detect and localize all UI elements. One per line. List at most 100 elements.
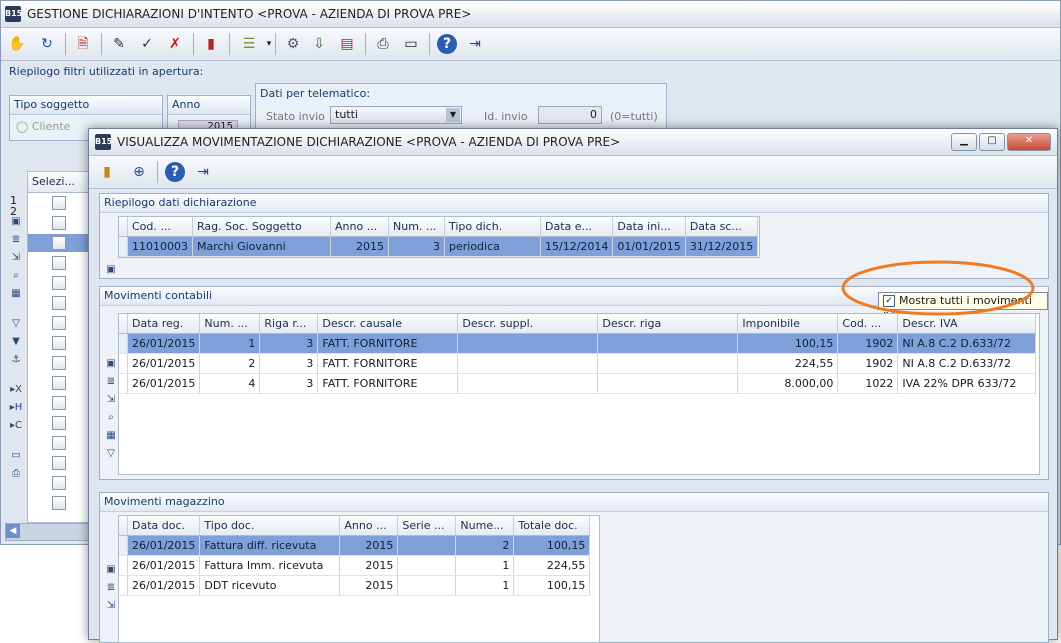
- table-cell[interactable]: 100,15: [513, 575, 591, 596]
- table-cell[interactable]: [397, 555, 457, 576]
- table-cell[interactable]: 1: [455, 555, 515, 576]
- column-header[interactable]: Riga r...: [259, 314, 319, 334]
- table-cell[interactable]: [457, 353, 599, 374]
- table-cell[interactable]: 4: [199, 373, 261, 394]
- scroll-left-icon[interactable]: ◀: [6, 524, 20, 538]
- export-h-icon[interactable]: ▸H: [7, 399, 25, 417]
- filter-remove-icon[interactable]: ▼: [7, 333, 25, 351]
- stato-invio-select[interactable]: tutti ▼: [330, 106, 462, 124]
- row-indicator[interactable]: [119, 333, 128, 354]
- row-checkbox[interactable]: [52, 476, 66, 490]
- table-cell[interactable]: [397, 535, 457, 556]
- column-header[interactable]: Serie ...: [397, 516, 457, 536]
- table-cell[interactable]: 100,15: [513, 535, 591, 556]
- table-cell[interactable]: Fattura Imm. ricevuta: [199, 555, 341, 576]
- exit-icon[interactable]: ⇥: [465, 34, 485, 54]
- export-c-icon[interactable]: ▸C: [7, 417, 25, 435]
- column-header[interactable]: Data reg.: [127, 314, 201, 334]
- table-cell[interactable]: FATT. FORNITORE: [317, 333, 459, 354]
- close-button[interactable]: ✕: [1007, 133, 1051, 151]
- table-cell[interactable]: 2015: [339, 555, 399, 576]
- table-cell[interactable]: 1022: [837, 373, 899, 394]
- table-cell[interactable]: 2015: [339, 535, 399, 556]
- table-cell[interactable]: 100,15: [737, 333, 839, 354]
- table-cell[interactable]: 3: [259, 333, 319, 354]
- table-cell[interactable]: NI A.8 C.2 D.633/72: [897, 353, 1037, 374]
- row-checkbox[interactable]: [52, 316, 66, 330]
- column-header[interactable]: Descr. riga: [597, 314, 739, 334]
- edit-check-icon[interactable]: ✓: [137, 34, 157, 54]
- table-cell[interactable]: 2: [455, 535, 515, 556]
- row-indicator[interactable]: [119, 575, 128, 596]
- table-cell[interactable]: FATT. FORNITORE: [317, 353, 459, 374]
- table-cell[interactable]: 31/12/2015: [685, 236, 759, 257]
- row-checkbox[interactable]: [52, 416, 66, 430]
- row-checkbox[interactable]: [52, 216, 66, 230]
- row-checkbox[interactable]: [52, 456, 66, 470]
- column-header[interactable]: Anno ...: [330, 217, 389, 237]
- pdf-icon[interactable]: ▤: [337, 34, 357, 54]
- table-cell[interactable]: 2015: [339, 575, 399, 596]
- column-header[interactable]: Data sc...: [685, 217, 759, 237]
- row-indicator[interactable]: [119, 555, 128, 576]
- table-cell[interactable]: [597, 333, 739, 354]
- help-icon[interactable]: ?: [437, 34, 457, 54]
- table-cell[interactable]: 224,55: [737, 353, 839, 374]
- bg-hscrollbar[interactable]: ◀: [5, 523, 91, 541]
- column-header[interactable]: Totale doc.: [513, 516, 591, 536]
- table-cell[interactable]: [397, 575, 457, 596]
- maximize-button[interactable]: ▢: [979, 133, 1005, 151]
- minimize-button[interactable]: ▁: [951, 133, 977, 151]
- row-indicator[interactable]: [119, 353, 128, 374]
- column-header[interactable]: Num. ...: [388, 217, 445, 237]
- table-cell[interactable]: NI A.8 C.2 D.633/72: [897, 333, 1037, 354]
- table-cell[interactable]: 3: [259, 373, 319, 394]
- table-cell[interactable]: 1: [199, 333, 261, 354]
- row-checkbox[interactable]: [52, 196, 66, 210]
- screen-icon[interactable]: ▭: [7, 447, 25, 465]
- table-cell[interactable]: 3: [259, 353, 319, 374]
- row-checkbox[interactable]: [52, 296, 66, 310]
- table-row[interactable]: 26/01/2015 1 3 FATT. FORNITORE 100,15 1902 NI …: [119, 333, 1037, 354]
- column-header[interactable]: Imponibile: [737, 314, 839, 334]
- column-header[interactable]: Data e...: [540, 217, 614, 237]
- table-cell[interactable]: IVA 22% DPR 633/72: [897, 373, 1037, 394]
- table-cell[interactable]: 26/01/2015: [127, 373, 201, 394]
- table-cell[interactable]: DDT ricevuto: [199, 575, 341, 596]
- table-cell[interactable]: 2015: [330, 236, 389, 257]
- chevron-down-icon[interactable]: ▼: [446, 108, 460, 122]
- table-row[interactable]: 26/01/2015 DDT ricevuto 2015 1 100,15: [119, 575, 591, 596]
- table-cell[interactable]: 11010003: [127, 236, 193, 257]
- table-cell[interactable]: [457, 333, 599, 354]
- column-header[interactable]: Rag. Soc. Soggetto: [192, 217, 331, 237]
- filter-icon[interactable]: ▽: [7, 315, 25, 333]
- table-cell[interactable]: 26/01/2015: [127, 535, 201, 556]
- calc-icon[interactable]: ▦: [7, 285, 25, 303]
- table-cell[interactable]: [597, 353, 739, 374]
- exit-icon[interactable]: ⇥: [193, 162, 213, 182]
- table-cell[interactable]: 1902: [837, 333, 899, 354]
- cliente-radio[interactable]: ◯ Cliente: [16, 120, 70, 133]
- table-cell[interactable]: 15/12/2014: [540, 236, 614, 257]
- refresh-icon[interactable]: ↻: [37, 34, 57, 54]
- row-indicator[interactable]: [119, 373, 128, 394]
- table-cell[interactable]: 1: [455, 575, 515, 596]
- row-checkbox[interactable]: [52, 276, 66, 290]
- navigate-icon[interactable]: ⊕: [129, 162, 149, 182]
- row-checkbox[interactable]: [52, 256, 66, 270]
- table-row[interactable]: 11010003 Marchi Giovanni 2015 3 periodica 15/…: [119, 236, 759, 257]
- table-cell[interactable]: [457, 373, 599, 394]
- table-cell[interactable]: [597, 373, 739, 394]
- table-cell[interactable]: 26/01/2015: [127, 353, 201, 374]
- gear-icon[interactable]: ⚙: [283, 34, 303, 54]
- table-cell[interactable]: 224,55: [513, 555, 591, 576]
- list-icon[interactable]: ☰: [239, 34, 259, 54]
- selezi-header[interactable]: Selezi...: [28, 172, 90, 193]
- table-row[interactable]: 26/01/2015 4 3 FATT. FORNITORE 8.000,00 1022 I…: [119, 373, 1037, 394]
- copy-icon[interactable]: ▣: [102, 264, 120, 276]
- delete-doc-icon[interactable]: 🗎: [73, 34, 93, 54]
- book-icon[interactable]: ▮: [201, 34, 221, 54]
- table-cell[interactable]: 01/01/2015: [612, 236, 686, 257]
- edit-cancel-icon[interactable]: ✗: [165, 34, 185, 54]
- row-checkbox[interactable]: [52, 376, 66, 390]
